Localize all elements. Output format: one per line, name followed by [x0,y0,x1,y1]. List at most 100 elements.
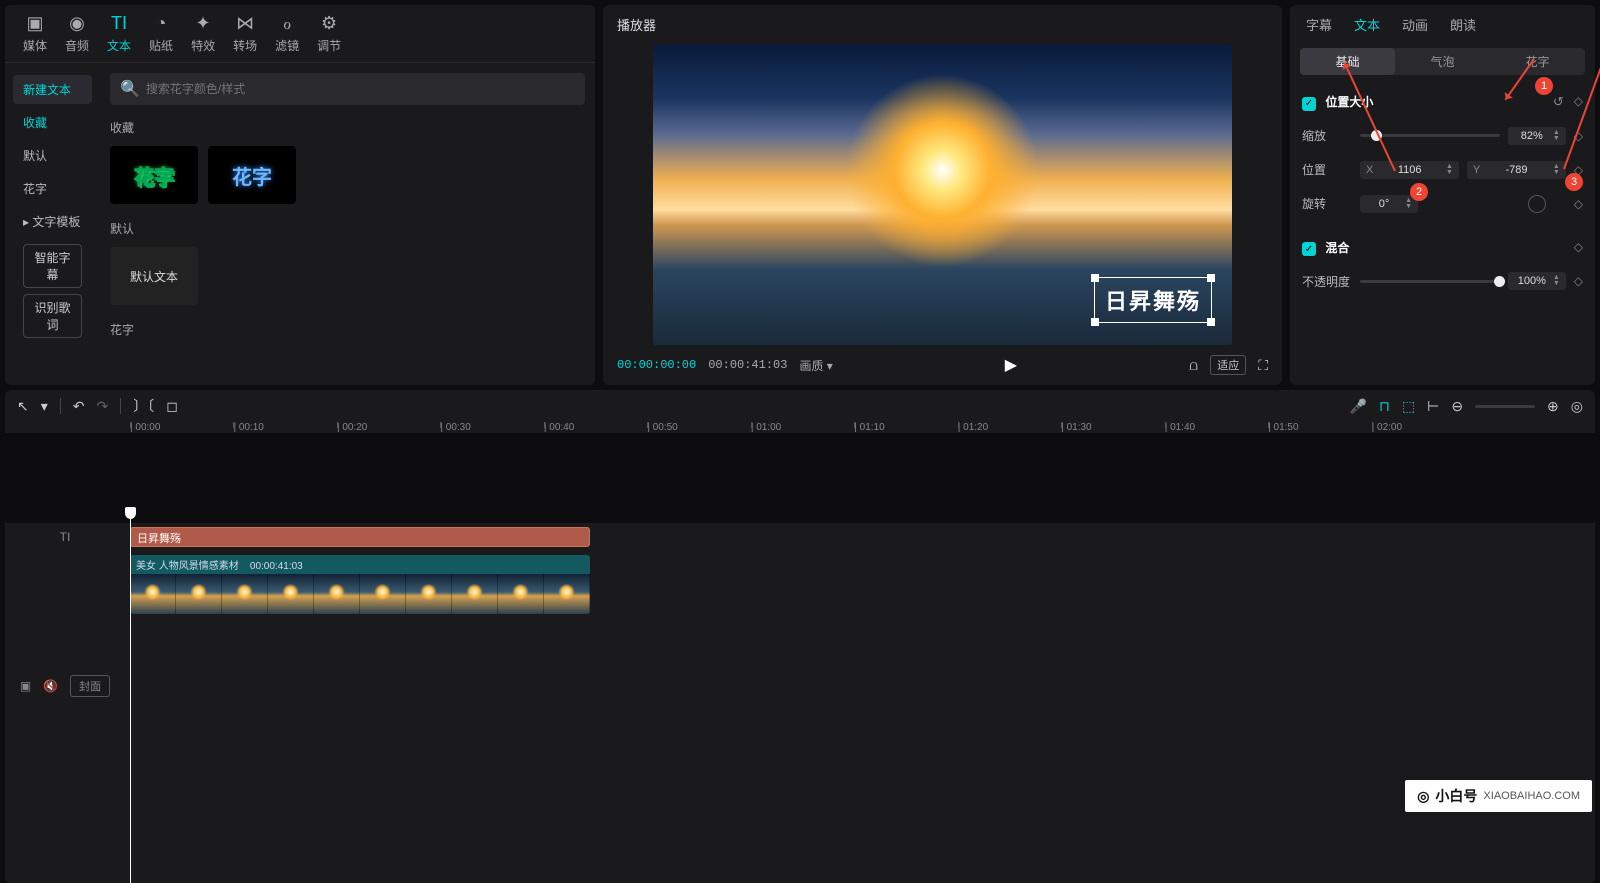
subtab-花字[interactable]: 花字 [1490,48,1585,75]
fullscreen-icon[interactable]: ⛶ [1258,357,1268,374]
stepper-icon[interactable]: ▲▼ [1553,164,1560,176]
link-icon[interactable]: ⬚ [1402,398,1415,415]
resize-handle[interactable] [1207,274,1215,282]
keyframe-icon[interactable]: ◇ [1574,197,1583,211]
quality-dropdown[interactable]: 画质 ▾ [799,357,832,374]
ruler-tick: | 01:00 [751,422,854,433]
undo-button[interactable]: ↶ [73,398,85,415]
ribbon-文本[interactable]: TI文本 [107,13,131,54]
cat-huazi[interactable]: 花字 [5,172,100,205]
stepper-icon[interactable]: ▲▼ [1446,164,1453,176]
video-frame [222,574,268,614]
magnet-icon[interactable]: ⊓ [1379,398,1390,415]
scale-slider[interactable] [1360,134,1500,137]
dropdown-icon[interactable]: ▾ [41,398,48,415]
zoom-fit-icon[interactable]: ◎ [1571,398,1583,415]
pos-size-checkbox[interactable]: ✓ [1302,97,1316,111]
ribbon-音频[interactable]: ◉音频 [65,13,89,54]
playhead[interactable] [130,509,131,883]
ribbon-icon: ◔ [156,13,167,34]
zoom-out-icon[interactable]: ⊖ [1451,398,1463,415]
rotation-input[interactable]: 0° ▲▼ [1360,195,1418,213]
ribbon-icon: ✦ [196,13,211,34]
watermark-logo: ◎ 小白号 XIAOBAIHAO.COM [1405,780,1592,812]
video-clip[interactable]: 美女 人物风景情感素材 00:00:41:03 [130,555,590,614]
play-button[interactable]: ▶ [1005,355,1017,375]
ruler-tick: | 00:40 [544,422,647,433]
position-y-input[interactable]: Y -789 ▲▼ [1467,161,1566,179]
subtab-气泡[interactable]: 气泡 [1395,48,1490,75]
text-style-thumb[interactable]: 花字 [208,146,296,204]
cover-button[interactable]: 封面 [70,675,110,697]
section-favorite-title: 收藏 [110,119,585,136]
ruler-tick: | 01:40 [1165,422,1268,433]
default-text-thumb[interactable]: 默认文本 [110,247,198,305]
cat-smart-subtitle[interactable]: 智能字幕 [23,244,82,288]
ribbon-贴纸[interactable]: ◔贴纸 [149,13,173,54]
timeline-ruler[interactable]: | 00:00| 00:10| 00:20| 00:30| 00:40| 00:… [5,422,1595,433]
props-tab-文本[interactable]: 文本 [1354,15,1380,34]
ribbon-label: 特效 [191,37,215,54]
keyframe-icon[interactable]: ◇ [1574,274,1583,288]
annotation-badge: 2 [1410,183,1428,201]
keyframe-icon[interactable]: ◇ [1574,94,1583,110]
ribbon-特效[interactable]: ✦ 特效 [191,13,215,54]
player-panel: 播放器 日昇舞殇 00:00:00:00 00:00:41:03 画质 ▾ ▶ … [603,5,1282,385]
text-clip[interactable]: 日昇舞殇 [130,527,590,547]
split-tool[interactable]: 〕〔 [133,396,154,416]
ruler-tick: | 00:00 [130,422,233,433]
waveform-icon[interactable]: ⩍ [1189,357,1198,374]
props-tab-动画[interactable]: 动画 [1402,15,1428,34]
cat-default[interactable]: 默认 [5,139,100,172]
position-x-input[interactable]: X 1106 ▲▼ [1360,161,1459,179]
props-tab-朗读[interactable]: 朗读 [1450,15,1476,34]
redo-button[interactable]: ↷ [97,398,109,415]
ribbon-媒体[interactable]: ▣媒体 [23,13,47,54]
scale-input[interactable]: 82% ▲▼ [1508,127,1566,145]
cat-template[interactable]: ▸ 文字模板 [5,205,100,238]
timeline-body[interactable]: TI 日昇舞殇 美女 人物风景情感素材 00:00:41:03 ▣ 🔇 封面 [5,523,1595,883]
ruler-tick: | 01:20 [958,422,1061,433]
keyframe-icon[interactable]: ◇ [1574,240,1583,254]
ribbon-调节[interactable]: ⚙调节 [317,13,341,54]
mic-icon[interactable]: 🎤 [1350,398,1367,415]
crop-tool[interactable]: ◻ [166,398,178,415]
stepper-icon[interactable]: ▲▼ [1553,275,1560,287]
fit-button[interactable]: 适应 [1210,355,1246,375]
cat-new-text[interactable]: 新建文本 [13,75,92,104]
cat-favorite[interactable]: 收藏 [5,106,100,139]
search-bar[interactable]: 🔍 [110,73,585,105]
reset-icon[interactable]: ↺ [1553,94,1564,110]
track-toggle-icon[interactable]: ▣ [20,679,31,693]
position-label: 位置 [1302,161,1352,178]
text-style-thumb[interactable]: 花字 [110,146,198,204]
rotation-dial[interactable] [1528,195,1546,213]
mute-icon[interactable]: 🔇 [43,679,58,693]
pointer-tool[interactable]: ↖ [17,398,29,415]
rotation-label: 旋转 [1302,195,1352,212]
props-tab-字幕[interactable]: 字幕 [1306,15,1332,34]
resize-handle[interactable] [1091,318,1099,326]
ribbon-滤镜[interactable]: ℴ滤镜 [275,13,299,54]
cat-lyrics[interactable]: 识别歌词 [23,294,82,338]
mix-label: 混合 [1325,241,1349,255]
zoom-slider[interactable] [1475,405,1535,408]
search-input[interactable] [146,82,575,96]
align-icon[interactable]: ⊢ [1427,398,1439,415]
opacity-slider[interactable] [1360,280,1500,283]
stepper-icon[interactable]: ▲▼ [1405,198,1412,210]
stepper-icon[interactable]: ▲▼ [1553,130,1560,142]
opacity-input[interactable]: 100% ▲▼ [1508,272,1566,290]
mix-checkbox[interactable]: ✓ [1302,242,1316,256]
preview-viewport[interactable]: 日昇舞殇 [653,44,1232,345]
text-overlay-selection[interactable]: 日昇舞殇 [1094,277,1212,323]
ribbon-icon: TI [111,13,127,34]
assets-panel: ▣媒体◉音频TI文本◔贴纸✦特效⋈转场ℴ滤镜⚙调节 新建文本 收藏 默认 花字 … [5,5,595,385]
ribbon-转场[interactable]: ⋈转场 [233,13,257,54]
zoom-in-icon[interactable]: ⊕ [1547,398,1559,415]
resize-handle[interactable] [1207,318,1215,326]
asset-content: 🔍 收藏 花字 花字 默认 默认文本 花字 [100,63,595,385]
ribbon-label: 转场 [233,37,257,54]
video-clip-name: 美女 人物风景情感素材 [136,561,239,572]
resize-handle[interactable] [1091,274,1099,282]
